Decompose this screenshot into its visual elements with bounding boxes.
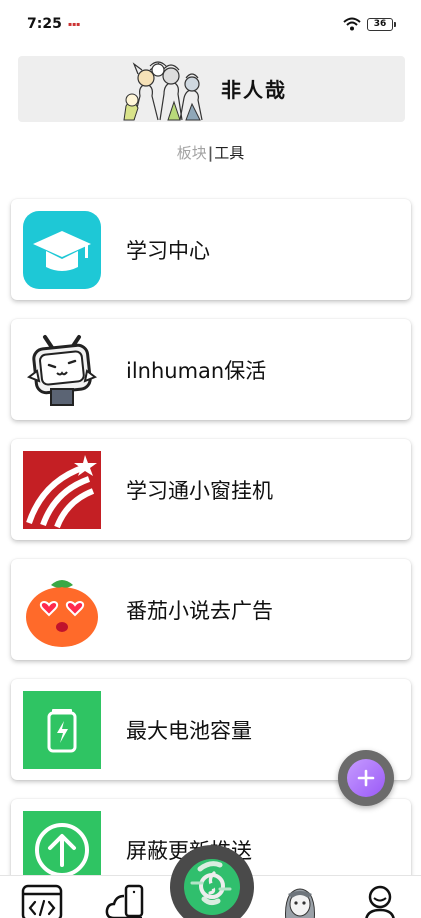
status-time: 7:25 (27, 16, 62, 32)
tab-tools[interactable]: 工具 (214, 144, 244, 162)
chaoxing-logo-icon (23, 451, 101, 529)
section-tabs: 板块|工具 (0, 142, 421, 163)
tomato-mascot-icon (23, 571, 101, 649)
graduation-cap-icon (23, 211, 101, 289)
wifi-icon (343, 17, 361, 31)
notification-icon: ▪▪▪ (68, 21, 81, 28)
tool-card-ilnhuman-keepalive[interactable]: ilnhuman保活 (11, 319, 411, 420)
tab-separator: | (207, 144, 214, 162)
tool-card-chaoxing-window[interactable]: 学习通小窗挂机 (11, 439, 411, 540)
tool-label: 学习中心 (126, 239, 210, 263)
tab-sections[interactable]: 板块 (177, 144, 207, 162)
status-bar: 7:25 ▪▪▪ 36 (0, 0, 421, 50)
tool-label: 番茄小说去广告 (126, 599, 273, 623)
header-banner: 非人哉 (18, 56, 405, 122)
tool-label: 最大电池容量 (126, 719, 252, 743)
netease-music-icon (190, 861, 232, 906)
banner-title: 非人哉 (221, 78, 287, 102)
code-icon[interactable] (20, 882, 64, 918)
person-icon[interactable] (358, 882, 402, 918)
netease-music-inner (184, 859, 240, 915)
cloud-device-icon[interactable] (104, 882, 148, 918)
anime-avatar-icon[interactable] (278, 882, 322, 918)
tool-label: ilnhuman保活 (126, 359, 267, 383)
battery-indicator: 36 (367, 18, 396, 31)
tool-card-study-center[interactable]: 学习中心 (11, 199, 411, 300)
screen: 7:25 ▪▪▪ 36 非人哉 板块|工具 学习中心 ilnhuman保活 学习… (0, 0, 421, 918)
battery-icon (23, 691, 101, 769)
tool-label: 学习通小窗挂机 (126, 479, 273, 503)
tool-card-tomato-novel-adblock[interactable]: 番茄小说去广告 (11, 559, 411, 660)
plus-icon (357, 769, 375, 787)
banner-characters-illustration (123, 61, 203, 121)
add-fab[interactable] (338, 750, 394, 806)
add-fab-inner[interactable] (347, 759, 385, 797)
bilibili-tv-mascot-icon (23, 331, 101, 409)
